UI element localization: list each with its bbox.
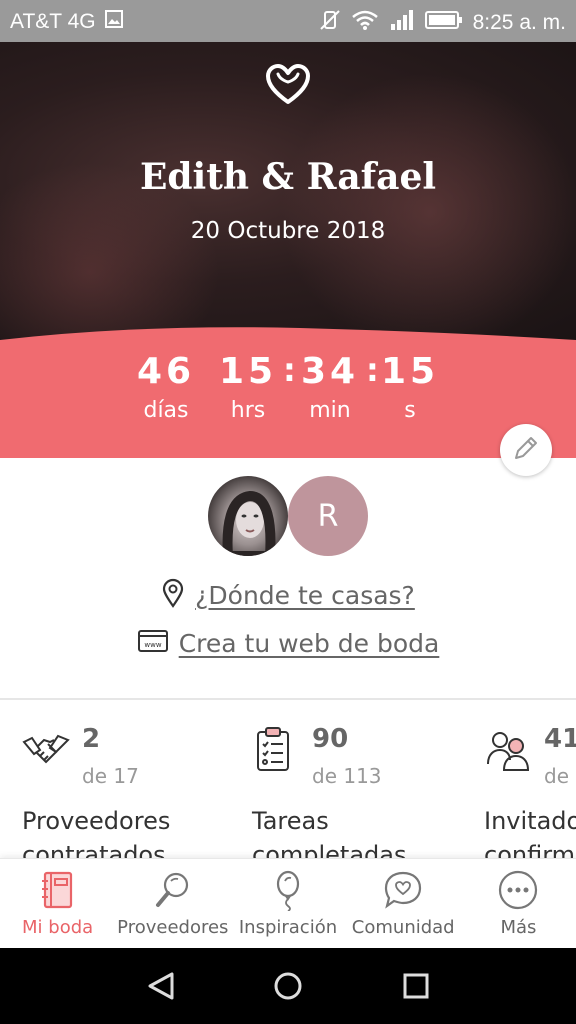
nav-proveedores-label: Proveedores <box>117 917 229 938</box>
pencil-icon <box>512 434 540 466</box>
website-link[interactable]: www Crea tu web de boda <box>0 628 576 658</box>
nav-inspiracion[interactable]: Inspiración <box>230 859 345 948</box>
nav-proveedores[interactable]: Proveedores <box>115 859 230 948</box>
vendors-total: de 17 <box>82 764 139 788</box>
countdown-background <box>0 327 576 458</box>
clock: 8:25 a. m. <box>472 11 566 34</box>
edit-wedding-button[interactable] <box>500 424 552 476</box>
location-link[interactable]: ¿Dónde te casas? <box>0 578 576 612</box>
notebook-icon <box>37 869 79 911</box>
minutes-value: 34 <box>300 351 360 392</box>
signal-icon <box>389 9 415 37</box>
countdown-band: 46 días 15 hrs : 34 min : 15 s <box>0 326 576 458</box>
chat-heart-icon <box>382 869 424 911</box>
avatar-photo-image <box>222 490 276 556</box>
minutes-label: min <box>309 398 351 423</box>
avatar-partner-2[interactable]: R <box>288 476 368 556</box>
seconds-value: 15 <box>380 351 440 392</box>
status-left: AT&T 4G <box>10 9 124 35</box>
nav-inspiracion-label: Inspiración <box>238 917 338 938</box>
guests-label-line1: Invitados <box>484 807 576 835</box>
nav-comunidad[interactable]: Comunidad <box>346 859 461 948</box>
nav-mi-boda[interactable]: Mi boda <box>0 859 115 948</box>
balloon-icon <box>267 869 309 912</box>
wedding-date: 20 Octubre 2018 <box>190 218 386 244</box>
website-link-text[interactable]: Crea tu web de boda <box>179 629 440 658</box>
carrier-label: AT&T 4G <box>10 10 96 33</box>
guests-icon <box>484 726 532 774</box>
hours-value: 15 <box>218 351 278 392</box>
nav-comunidad-label: Comunidad <box>351 917 455 938</box>
tasks-count: 90 <box>312 724 349 754</box>
section-divider <box>0 698 576 700</box>
countdown-hours: 15 hrs <box>208 350 288 428</box>
status-bar: AT&T 4G 8:25 a. m. <box>0 0 576 42</box>
vibrate-icon <box>319 9 341 37</box>
nav-mas-label: Más <box>500 917 537 938</box>
avatar-partner-1[interactable] <box>208 476 288 556</box>
countdown-minutes: 34 min <box>290 350 370 428</box>
browser-window-icon: www <box>137 628 169 658</box>
tasks-total: de 113 <box>312 764 382 788</box>
wifi-icon <box>351 9 379 37</box>
tasks-label-line1: Tareas <box>252 807 329 835</box>
hours-label: hrs <box>230 398 266 423</box>
hero-cover-photo[interactable]: Edith & Rafael 20 Octubre 2018 <box>0 42 576 342</box>
more-icon <box>497 869 539 911</box>
location-pin-icon <box>161 578 185 612</box>
home-icon[interactable] <box>272 970 304 1006</box>
back-icon[interactable] <box>146 970 178 1006</box>
vendors-label-line1: Proveedores <box>22 807 171 835</box>
bottom-navigation: Mi boda Proveedores Inspiración Comunida… <box>0 858 576 948</box>
guests-count: 41 <box>544 724 576 754</box>
handshake-icon <box>22 726 70 774</box>
svg-text:www: www <box>144 641 161 649</box>
magnifier-icon <box>152 869 194 911</box>
days-value: 46 <box>136 351 196 392</box>
nav-mi-boda-label: Mi boda <box>22 917 94 938</box>
avatar-initial: R <box>317 498 339 534</box>
image-icon <box>104 9 124 35</box>
location-link-text[interactable]: ¿Dónde te casas? <box>195 581 415 610</box>
recents-icon[interactable] <box>400 970 432 1006</box>
hero-photo-shade <box>280 72 576 342</box>
system-navigation-bar <box>0 948 576 1024</box>
couple-names: Edith & Rafael <box>139 156 437 198</box>
days-label: días <box>143 398 189 423</box>
heart-outline-icon <box>264 62 312 106</box>
status-right: 8:25 a. m. <box>319 9 566 37</box>
nav-mas[interactable]: Más <box>461 859 576 948</box>
guests-total: de <box>544 764 569 788</box>
checklist-icon <box>252 726 300 774</box>
countdown-seconds: 15 s <box>370 350 450 428</box>
countdown-days: 46 días <box>126 350 206 428</box>
battery-icon <box>424 10 463 36</box>
seconds-label: s <box>404 398 416 423</box>
vendors-count: 2 <box>82 724 101 754</box>
